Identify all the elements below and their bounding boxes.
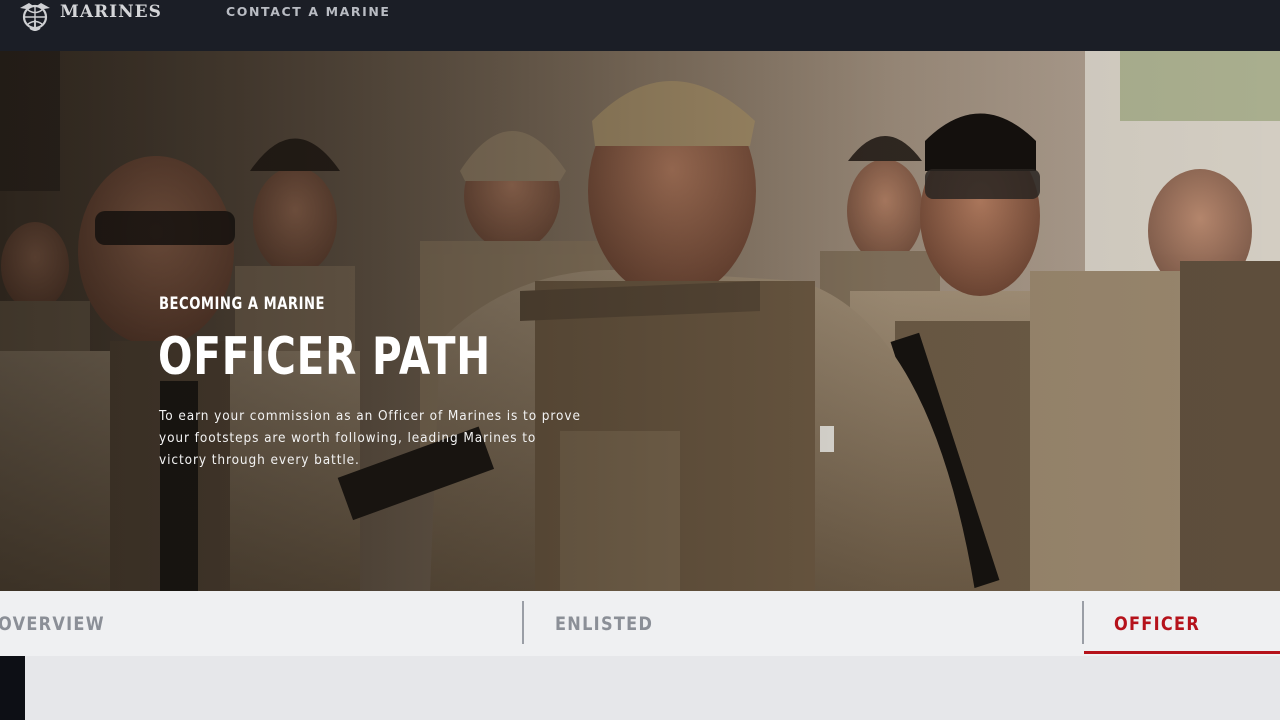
- tab-enlisted[interactable]: ENLISTED: [555, 591, 670, 656]
- hero-banner: BECOMING A MARINE OFFICER PATH To earn y…: [0, 51, 1280, 591]
- tab-overview-label: OVERVIEW: [0, 612, 105, 635]
- active-tab-indicator: [1084, 651, 1280, 654]
- eagle-globe-anchor-icon: [16, 0, 54, 32]
- hero-overlay: [0, 51, 1280, 591]
- path-tab-bar: OVERVIEW ENLISTED OFFICER: [0, 591, 1280, 656]
- logo-wordmark: MARINES: [60, 2, 162, 22]
- hero-description: To earn your commission as an Officer of…: [159, 408, 581, 468]
- page-title: OFFICER PATH: [158, 327, 492, 387]
- tab-enlisted-label: ENLISTED: [555, 612, 654, 635]
- marines-logo-link[interactable]: MARINES: [16, 0, 162, 32]
- hero-eyebrow: BECOMING A MARINE: [159, 294, 326, 314]
- tab-officer[interactable]: OFFICER: [1114, 591, 1215, 656]
- tab-overview[interactable]: OVERVIEW: [0, 591, 124, 656]
- tab-divider: [1082, 601, 1084, 644]
- tab-officer-label: OFFICER: [1114, 612, 1201, 635]
- tab-divider: [522, 601, 524, 644]
- top-navigation: MARINES CONTACT A MARINE: [0, 0, 1280, 51]
- side-panel-edge: [0, 656, 25, 720]
- nav-link-contact-a-marine[interactable]: CONTACT A MARINE: [226, 4, 391, 19]
- content-area: [0, 656, 1280, 720]
